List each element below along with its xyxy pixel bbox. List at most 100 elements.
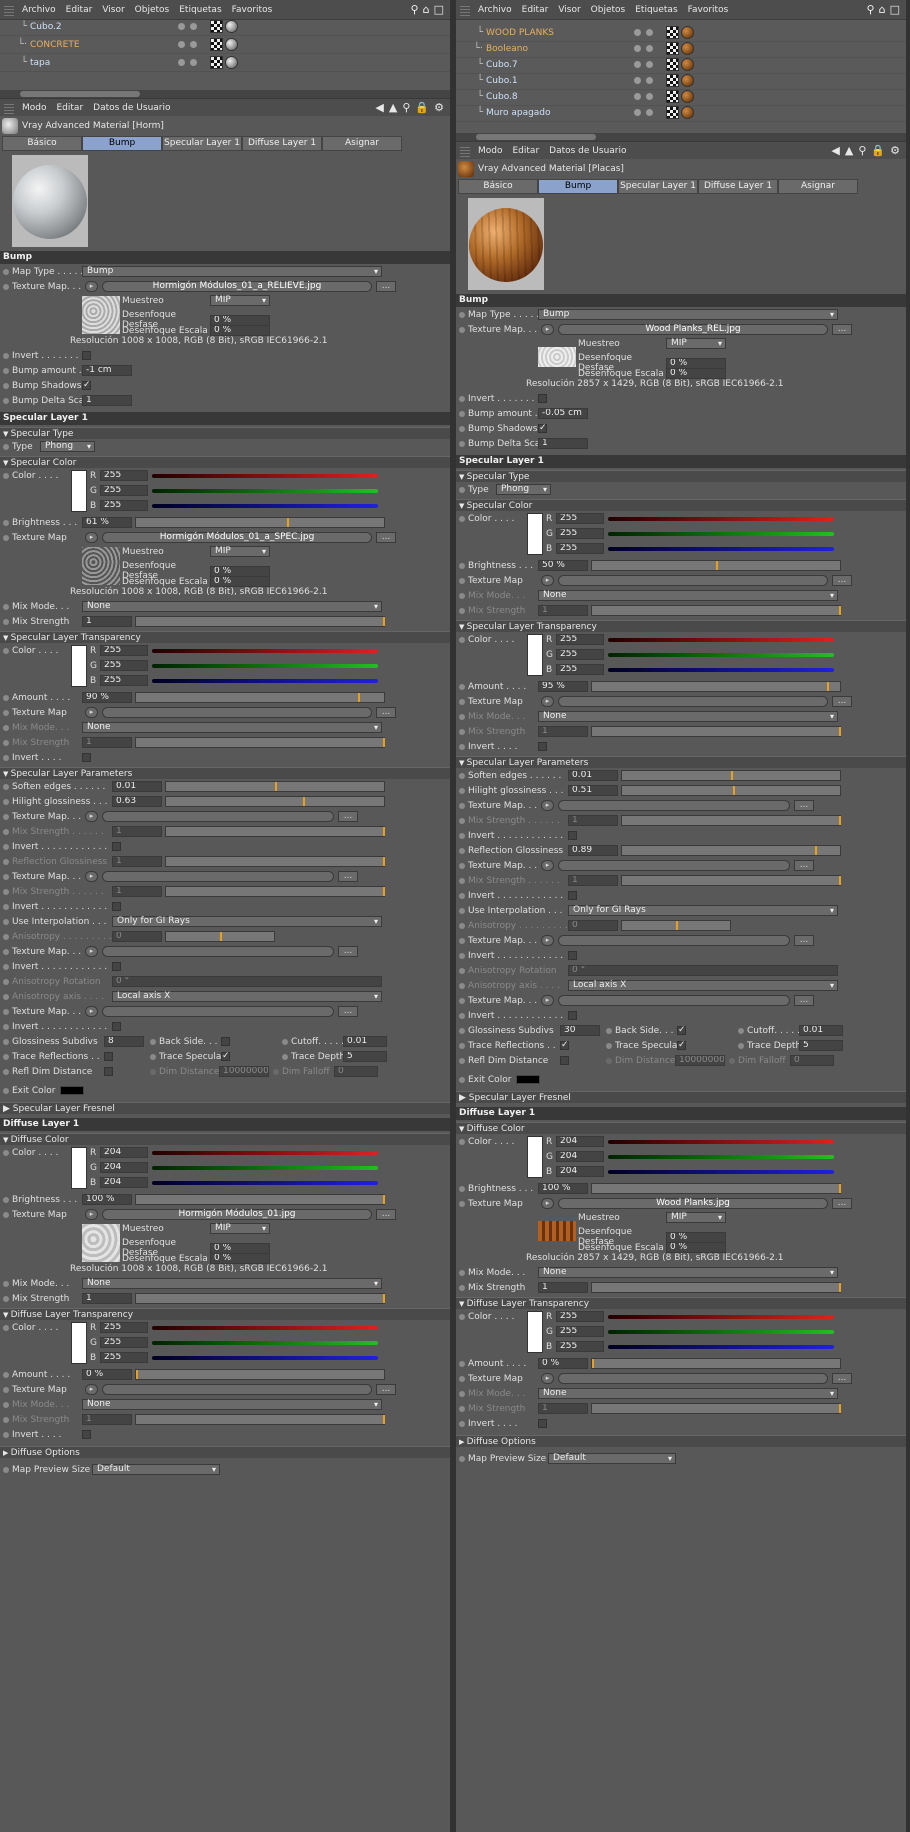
- checkbox[interactable]: [560, 1056, 569, 1065]
- browse-button[interactable]: ...: [832, 324, 852, 335]
- keyframe-dot[interactable]: [3, 993, 9, 1000]
- value-field[interactable]: 1: [82, 616, 132, 627]
- texture-arrow-button[interactable]: ▸: [541, 324, 554, 335]
- up-arrow-icon[interactable]: ▲: [389, 101, 397, 114]
- keyframe-dot[interactable]: [459, 743, 465, 750]
- value-field[interactable]: 50 %: [538, 560, 588, 571]
- keyframe-dot[interactable]: [3, 724, 9, 731]
- red-gradient[interactable]: [152, 1326, 378, 1330]
- texture-arrow-button[interactable]: ▸: [541, 1373, 554, 1384]
- material-preview[interactable]: [12, 155, 88, 247]
- keyframe-dot[interactable]: [3, 1023, 9, 1030]
- keyframe-dot[interactable]: [459, 847, 465, 854]
- keyframe-dot[interactable]: [3, 382, 9, 389]
- texture-bar[interactable]: Hormigón Módulos_01_a_RELIEVE.jpg: [102, 281, 372, 292]
- keyframe-dot[interactable]: [3, 843, 9, 850]
- tab-asignar[interactable]: Asignar: [778, 179, 858, 194]
- keyframe-dot[interactable]: [3, 1401, 9, 1408]
- menu-4[interactable]: Etiquetas: [635, 5, 677, 15]
- keyframe-dot[interactable]: [3, 352, 9, 359]
- search-icon[interactable]: ⚲: [402, 101, 410, 114]
- green-gradient[interactable]: [608, 1330, 834, 1334]
- keyframe-dot[interactable]: [459, 1284, 465, 1291]
- dropdown[interactable]: Bump: [82, 266, 382, 277]
- blue-gradient[interactable]: [152, 1356, 378, 1360]
- value-field[interactable]: 5: [799, 1040, 843, 1051]
- visibility-dots[interactable]: [634, 93, 653, 100]
- texture-arrow-button[interactable]: ▸: [85, 707, 98, 718]
- browse-button[interactable]: ...: [794, 800, 814, 811]
- checkbox[interactable]: ✓: [677, 1026, 686, 1035]
- dropdown[interactable]: MIP: [666, 1212, 726, 1223]
- green-gradient[interactable]: [152, 1341, 378, 1345]
- green-gradient[interactable]: [152, 1166, 378, 1170]
- spec-transparency-header[interactable]: Specular Layer Transparency: [456, 620, 906, 632]
- red-gradient[interactable]: [608, 638, 834, 642]
- value-slider[interactable]: [621, 815, 841, 826]
- keyframe-dot[interactable]: [459, 982, 465, 989]
- value-slider[interactable]: [621, 845, 841, 856]
- keyframe-dot[interactable]: [459, 1012, 465, 1019]
- texture-arrow-button[interactable]: ▸: [541, 860, 554, 871]
- expand-icon[interactable]: □: [890, 3, 900, 16]
- object-tags[interactable]: [666, 90, 694, 103]
- keyframe-dot[interactable]: [3, 534, 9, 541]
- value-field[interactable]: 1: [538, 438, 588, 449]
- tab-diffuse-layer-1[interactable]: Diffuse Layer 1: [698, 179, 778, 194]
- channel-value[interactable]: 204: [100, 1147, 148, 1158]
- texture-arrow-button[interactable]: ▸: [541, 995, 554, 1006]
- keyframe-dot[interactable]: [459, 1360, 465, 1367]
- checkbox[interactable]: ✓: [560, 1041, 569, 1050]
- color-swatch[interactable]: [71, 1147, 87, 1189]
- tab-bump[interactable]: Bump: [82, 136, 162, 151]
- keyframe-dot[interactable]: [3, 1211, 9, 1218]
- keyframe-dot[interactable]: [459, 1200, 465, 1207]
- green-gradient[interactable]: [608, 653, 834, 657]
- value-field[interactable]: 1: [538, 726, 588, 737]
- texture-bar[interactable]: Hormigón Módulos_01_a_SPEC.jpg: [102, 532, 372, 543]
- value-field[interactable]: 1: [112, 826, 162, 837]
- keyframe-dot[interactable]: [459, 1185, 465, 1192]
- dropdown[interactable]: None: [538, 1267, 838, 1278]
- dropdown[interactable]: Only for GI Rays: [112, 916, 382, 927]
- settings-icon[interactable]: ⚙: [890, 144, 900, 157]
- value-field[interactable]: 0 %: [210, 325, 270, 336]
- browse-button[interactable]: ...: [338, 946, 358, 957]
- channel-value[interactable]: 255: [100, 500, 148, 511]
- keyframe-dot[interactable]: [3, 1196, 9, 1203]
- red-gradient[interactable]: [152, 474, 378, 478]
- value-field[interactable]: 0 %: [210, 1253, 270, 1264]
- value-field[interactable]: -1 cm: [82, 365, 132, 376]
- keyframe-dot[interactable]: [3, 1416, 9, 1423]
- keyframe-dot[interactable]: [3, 397, 9, 404]
- menu-3[interactable]: Objetos: [135, 5, 170, 15]
- texture-bar[interactable]: [102, 946, 334, 957]
- channel-value[interactable]: 255: [100, 1337, 148, 1348]
- keyframe-dot[interactable]: [459, 937, 465, 944]
- visibility-dots[interactable]: [634, 29, 653, 36]
- value-slider[interactable]: [591, 681, 841, 692]
- specular-color-header[interactable]: Specular Color: [0, 456, 450, 468]
- keyframe-dot[interactable]: [459, 592, 465, 599]
- texture-arrow-button[interactable]: ▸: [85, 281, 98, 292]
- channel-value[interactable]: 255: [100, 1352, 148, 1363]
- value-slider[interactable]: [135, 1414, 385, 1425]
- browse-button[interactable]: ...: [832, 575, 852, 586]
- checkbox[interactable]: [104, 1067, 113, 1076]
- value-field[interactable]: 5: [343, 1051, 387, 1062]
- value-field[interactable]: 0: [112, 931, 162, 942]
- texture-bar[interactable]: [102, 811, 334, 822]
- keyframe-dot[interactable]: [459, 425, 465, 432]
- value-field[interactable]: 8: [104, 1036, 144, 1047]
- browse-button[interactable]: ...: [338, 1006, 358, 1017]
- keyframe-dot[interactable]: [3, 268, 9, 275]
- green-gradient[interactable]: [152, 664, 378, 668]
- keyframe-dot[interactable]: [459, 862, 465, 869]
- checkbox[interactable]: [104, 1052, 113, 1061]
- value-slider[interactable]: [165, 931, 275, 942]
- diffuse-options-header[interactable]: Diffuse Options: [456, 1435, 906, 1447]
- value-field[interactable]: 0 %: [210, 314, 270, 326]
- channel-value[interactable]: 204: [556, 1166, 604, 1177]
- diffuse-transparency-header[interactable]: Diffuse Layer Transparency: [456, 1297, 906, 1309]
- blue-gradient[interactable]: [608, 547, 834, 551]
